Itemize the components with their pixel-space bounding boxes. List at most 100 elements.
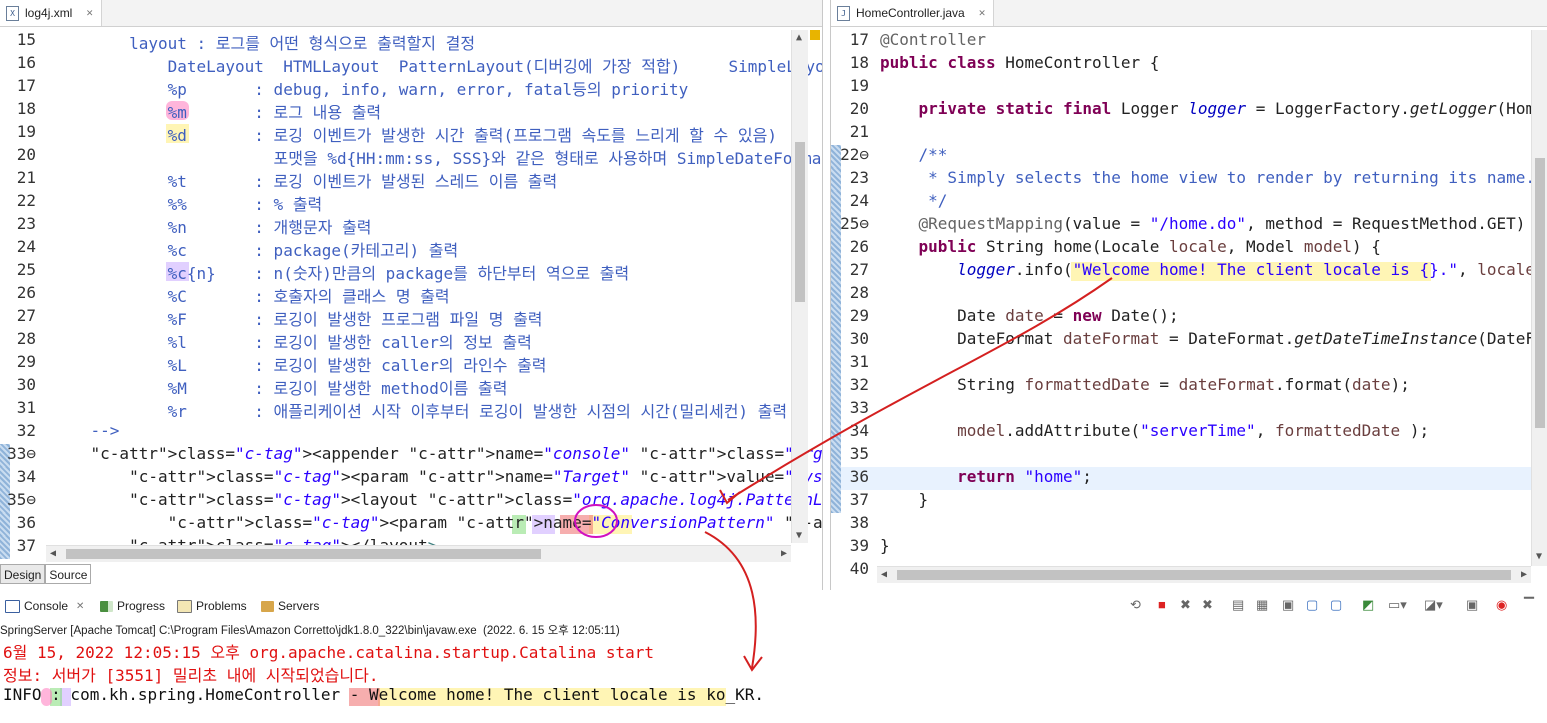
code-line[interactable]: logger.info("Welcome home! The client lo… <box>880 260 1547 279</box>
code-line[interactable]: %% : % 출력 <box>52 191 323 215</box>
line-number: 21 <box>849 122 869 141</box>
code-line[interactable]: private static final Logger logger = Log… <box>880 99 1547 118</box>
code-line[interactable]: --> <box>52 421 120 440</box>
left-horizontal-scrollbar[interactable]: ◀ ▶ <box>46 545 791 562</box>
tab-homecontroller-java[interactable]: J HomeController.java ✕ <box>831 0 995 26</box>
line-number: 27 <box>849 260 869 279</box>
line-number: 35 <box>849 444 869 463</box>
code-line[interactable]: DateFormat dateFormat = DateFormat.getDa… <box>880 329 1547 348</box>
scroll-down-icon[interactable]: ▼ <box>796 530 802 541</box>
remove-icon[interactable]: ✖ <box>1180 597 1191 613</box>
line-number: 19 <box>16 122 36 141</box>
tab-servers[interactable]: Servers <box>261 599 319 613</box>
code-line[interactable]: layout : 로그를 어떤 형식으로 출력할지 결정 <box>52 30 475 54</box>
right-vscroll-thumb[interactable] <box>1535 158 1545 428</box>
terminate-icon[interactable]: ■ <box>1158 597 1166 612</box>
right-horizontal-scrollbar[interactable]: ◀ ▶ <box>877 566 1531 583</box>
code-line[interactable]: %t : 로깅 이벤트가 발생된 스레드 이름 출력 <box>52 168 558 192</box>
code-line[interactable]: Date date = new Date(); <box>880 306 1179 325</box>
word-wrap-icon[interactable]: ▣ <box>1282 597 1294 613</box>
code-line[interactable]: %r : 애플리케이션 시작 이후부터 로깅이 발생한 시점의 시간(밀리세컨)… <box>52 398 788 422</box>
console-line[interactable]: 6월 15, 2022 12:05:15 오후 org.apache.catal… <box>3 639 654 663</box>
pin-console-icon[interactable]: ◩ <box>1362 597 1374 613</box>
scroll-left-icon[interactable]: ◀ <box>881 569 887 580</box>
tab-label: Progress <box>117 599 166 613</box>
left-vertical-scrollbar[interactable]: ▲ ▼ <box>791 30 808 543</box>
code-line[interactable]: * Simply selects the home view to render… <box>880 168 1535 187</box>
view-menu-icon[interactable]: ▔ <box>1524 597 1534 613</box>
show-stdout-icon[interactable]: ▢ <box>1306 597 1318 613</box>
tab-label: Console <box>24 599 69 613</box>
tab-progress[interactable]: Progress <box>100 599 165 613</box>
code-line[interactable]: return "home"; <box>880 467 1092 486</box>
code-line[interactable]: %c{n} : n(숫자)만큼의 package를 하단부터 역으로 출력 <box>52 260 630 284</box>
code-line[interactable]: } <box>880 536 890 555</box>
line-number: 23 <box>16 214 36 233</box>
clear-console-icon[interactable]: ▤ <box>1232 597 1244 613</box>
code-line[interactable]: public String home(Locale locale, Model … <box>880 237 1381 256</box>
line-number: 29 <box>849 306 869 325</box>
scroll-right-icon[interactable]: ▶ <box>1521 569 1527 580</box>
code-line[interactable]: %d : 로깅 이벤트가 발생한 시간 출력(프로그램 속도를 느리게 할 수 … <box>52 122 777 146</box>
line-number: 37 <box>16 536 36 555</box>
line-number: 39 <box>849 536 869 555</box>
maximize-icon[interactable]: ◉ <box>1496 597 1507 613</box>
code-line[interactable]: %p : debug, info, warn, error, fatal등의 p… <box>52 76 689 100</box>
line-number: 17 <box>16 76 36 95</box>
console-line[interactable]: 정보: 서버가 [3551] 밀리초 내에 시작되었습니다. <box>3 662 378 686</box>
code-line[interactable]: model.addAttribute("serverTime", formatt… <box>880 421 1429 440</box>
code-line[interactable]: %l : 로깅이 발생한 caller의 정보 출력 <box>52 329 532 353</box>
line-number: 34 <box>16 467 36 486</box>
code-line[interactable]: DateLayout HTMLLayout PatternLayout(디버깅에… <box>52 53 822 77</box>
tab-title: HomeController.java <box>856 6 965 20</box>
tab-console[interactable]: Console ✕ <box>5 599 84 613</box>
code-line[interactable]: /** <box>880 145 948 164</box>
line-number: 24 <box>16 237 36 256</box>
line-number: 16 <box>16 53 36 72</box>
close-icon[interactable]: ✕ <box>76 601 84 612</box>
left-vscroll-thumb[interactable] <box>795 142 805 302</box>
code-line[interactable]: public class HomeController { <box>880 53 1159 72</box>
right-hscroll-thumb[interactable] <box>897 570 1511 580</box>
source-tab[interactable]: Source <box>45 564 92 584</box>
minimize-icon[interactable]: ▣ <box>1466 597 1478 613</box>
java-code-area[interactable]: 17 @Controller 18 public class HomeControll… <box>831 28 1547 590</box>
remove-all-icon[interactable]: ✖ <box>1202 597 1213 613</box>
code-line[interactable]: %C : 호출자의 클래스 명 출력 <box>52 283 450 307</box>
code-line[interactable]: %m : 로그 내용 출력 <box>52 99 382 123</box>
scroll-left-icon[interactable]: ◀ <box>50 548 56 559</box>
code-line[interactable]: %F : 로깅이 발생한 프로그램 파일 명 출력 <box>52 306 543 330</box>
code-line[interactable]: "c-attr">class="c-tag"><layout "c-attr">… <box>52 490 822 509</box>
code-line[interactable]: %c : package(카테고리) 출력 <box>52 237 459 261</box>
design-tab[interactable]: Design <box>0 564 46 584</box>
code-line[interactable]: } <box>880 490 929 509</box>
scroll-lock-icon[interactable]: ▦ <box>1256 597 1268 613</box>
code-line[interactable]: "c-attr">class="c-tag"><appender "c-attr… <box>52 444 822 463</box>
show-stderr-icon[interactable]: ▢ <box>1330 597 1342 613</box>
left-hscroll-thumb[interactable] <box>66 549 541 559</box>
code-line[interactable]: %L : 로깅이 발생한 caller의 라인수 출력 <box>52 352 547 376</box>
console-line[interactable]: INFO : com.kh.spring.HomeController - We… <box>3 685 764 704</box>
display-console-icon[interactable]: ▭▾ <box>1388 597 1407 613</box>
right-vertical-scrollbar[interactable]: ▼ <box>1531 30 1547 566</box>
code-line[interactable]: @RequestMapping(value = "/home.do", meth… <box>880 214 1526 233</box>
code-line[interactable]: "c-attr">class="c-tag"><param "c-attr">n… <box>52 513 822 532</box>
close-icon[interactable]: ✕ <box>979 0 986 26</box>
code-line[interactable]: String formattedDate = dateFormat.format… <box>880 375 1410 394</box>
line-number: 23 <box>849 168 869 187</box>
code-line[interactable]: %n : 개행문자 출력 <box>52 214 372 238</box>
scroll-right-icon[interactable]: ▶ <box>781 548 787 559</box>
tab-problems[interactable]: Problems <box>177 599 247 613</box>
close-icon[interactable]: ✕ <box>86 0 93 26</box>
code-line[interactable]: 포맷을 %d{HH:mm:ss, SSS}와 같은 형태로 사용하며 Simpl… <box>52 145 822 169</box>
scroll-down-icon[interactable]: ▼ <box>1536 551 1542 562</box>
remove-launch-icon[interactable]: ⟲ <box>1130 597 1141 613</box>
xml-code-area[interactable]: 15 layout : 로그를 어떤 형식으로 출력할지 결정 16 DateLa… <box>0 28 822 590</box>
code-line[interactable]: @Controller <box>880 30 986 49</box>
code-line[interactable]: */ <box>880 191 947 210</box>
scroll-up-icon[interactable]: ▲ <box>796 32 802 43</box>
code-line[interactable]: "c-attr">class="c-tag"><param "c-attr">n… <box>52 467 822 486</box>
open-console-icon[interactable]: ◪▾ <box>1424 597 1443 613</box>
tab-log4j-xml[interactable]: X log4j.xml ✕ <box>0 0 102 26</box>
code-line[interactable]: %M : 로깅이 발생한 method이름 출력 <box>52 375 508 399</box>
